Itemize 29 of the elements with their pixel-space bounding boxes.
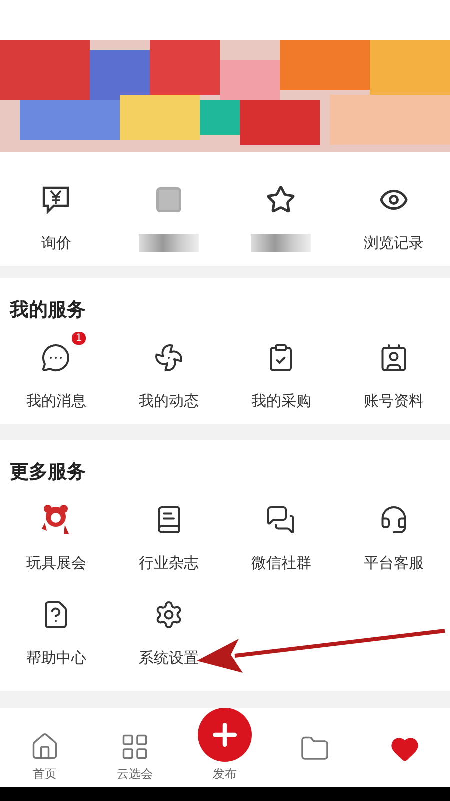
obscured-label — [251, 234, 312, 252]
grid-icon[interactable] — [120, 732, 150, 762]
service-label[interactable]: 系统设置 — [138, 649, 199, 669]
service-label[interactable]: 账号资料 — [364, 392, 424, 412]
service-label[interactable]: 我的采购 — [251, 392, 312, 412]
service-label[interactable]: 帮助中心 — [26, 649, 86, 669]
section-title: 我的服务 — [8, 298, 87, 322]
chat-bubbles-icon — [266, 505, 296, 535]
fan-icon — [154, 343, 184, 373]
star-icon — [266, 185, 296, 215]
obscured-label — [138, 234, 199, 252]
service-label[interactable]: 玩具展会 — [26, 554, 86, 574]
shortcut-label[interactable]: 询价 — [41, 234, 72, 254]
tab-label[interactable]: 首页 — [33, 766, 57, 783]
headset-icon — [378, 505, 409, 535]
service-label[interactable]: 我的消息 — [26, 392, 86, 412]
unread-badge: 1 — [72, 332, 86, 345]
square-icon — [154, 185, 184, 215]
home-icon[interactable] — [30, 732, 60, 762]
shortcut-label[interactable]: 浏览记录 — [364, 234, 424, 254]
service-label[interactable]: 我的动态 — [138, 392, 199, 412]
chat-icon — [41, 343, 72, 373]
service-label[interactable]: 平台客服 — [364, 554, 424, 574]
service-label[interactable]: 行业杂志 — [138, 554, 199, 574]
section-title: 更多服务 — [9, 460, 87, 484]
publish-button[interactable] — [198, 708, 252, 762]
tab-label[interactable]: 云选会 — [117, 766, 153, 783]
service-label[interactable]: 微信社群 — [251, 554, 312, 574]
tab-label[interactable]: 发布 — [213, 766, 237, 783]
